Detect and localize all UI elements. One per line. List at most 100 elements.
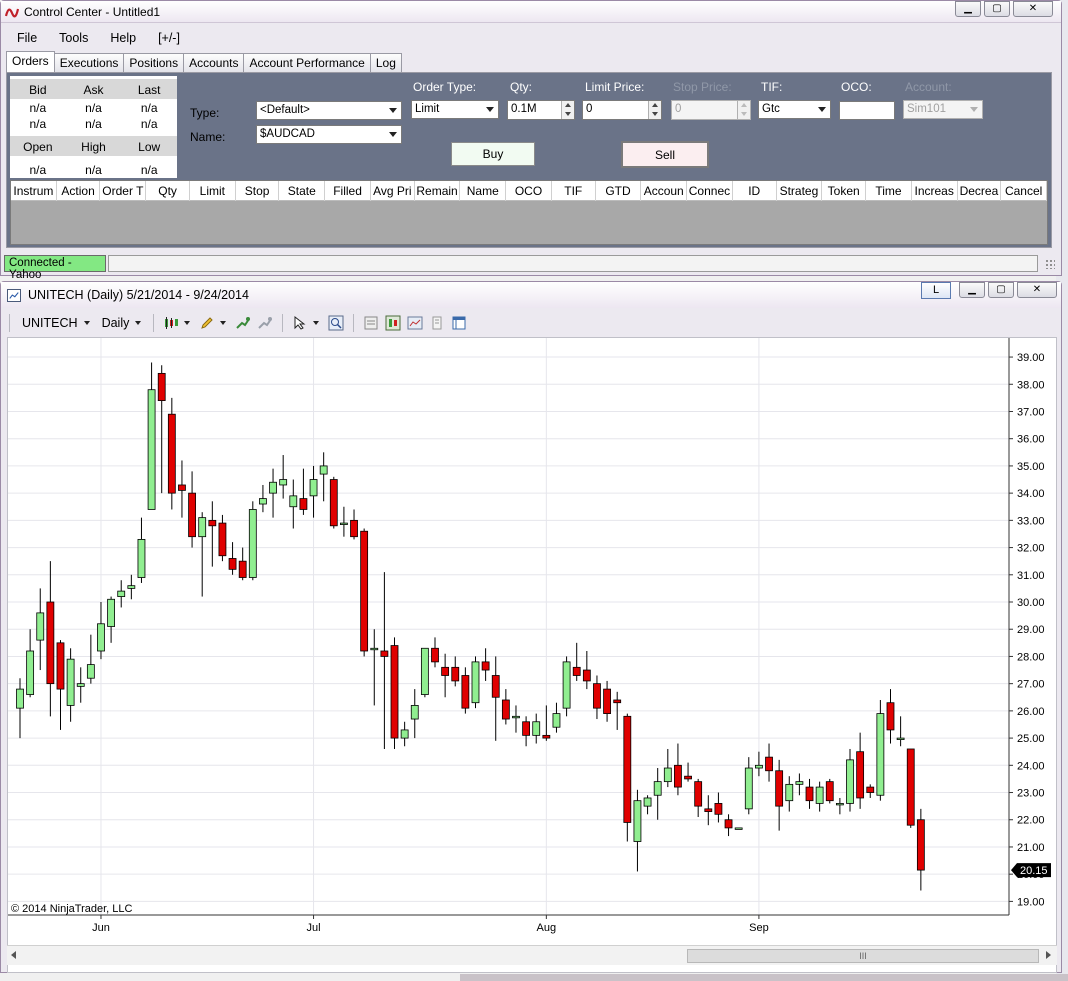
spin-up-icon[interactable] — [649, 101, 661, 110]
status-bar-panel — [108, 255, 1038, 272]
orders-grid[interactable]: Instrum Action Order T Qty Limit Stop State Fil… — [10, 180, 1048, 245]
candle-down — [765, 756, 773, 772]
column-header-stop[interactable]: Stop — [236, 181, 280, 201]
chevron-down-icon[interactable] — [184, 321, 191, 325]
chart-toolbar: UNITECH Daily — [7, 311, 1057, 335]
candle-down — [603, 688, 611, 714]
column-header-increas[interactable]: Increas — [912, 181, 958, 201]
maximize-button[interactable]: ▢ — [984, 1, 1010, 17]
spin-down-icon[interactable] — [649, 110, 661, 119]
column-header-action[interactable]: Action — [57, 181, 101, 201]
tab-executions[interactable]: Executions — [53, 53, 125, 72]
chevron-down-icon[interactable] — [83, 321, 90, 325]
oco-field[interactable] — [839, 101, 895, 120]
column-header-strateg[interactable]: Strateg — [777, 181, 823, 201]
chart-titlebar[interactable]: UNITECH (Daily) 5/21/2014 - 9/24/2014 L … — [1, 282, 1061, 308]
window-linking-icon[interactable] — [451, 315, 467, 331]
limit-spin-buttons[interactable] — [648, 101, 661, 119]
open-value: n/a — [29, 163, 47, 177]
price-chart[interactable]: 19.0020.0021.0022.0023.0024.0025.0026.00… — [7, 337, 1057, 973]
bar-style-icon[interactable] — [163, 315, 179, 331]
y-tick-label: 28.00 — [1017, 651, 1045, 663]
instrument-name-select[interactable]: $AUDCAD — [256, 125, 402, 144]
chart-trader-icon[interactable] — [385, 315, 401, 331]
indicator-icon[interactable] — [235, 315, 251, 331]
control-center-titlebar[interactable]: Control Center - Untitled1 ▁ ▢ ✕ — [1, 1, 1061, 23]
tab-orders[interactable]: Orders — [6, 51, 55, 72]
chevron-down-icon[interactable] — [135, 321, 142, 325]
tab-account-performance[interactable]: Account Performance — [243, 53, 371, 72]
menu-tools[interactable]: Tools — [47, 27, 98, 49]
cursor-icon[interactable] — [292, 315, 308, 331]
tif-select[interactable]: Gtc — [758, 100, 831, 119]
column-header-qty[interactable]: Qty — [146, 181, 190, 201]
tab-positions[interactable]: Positions — [123, 53, 185, 72]
column-header-time[interactable]: Time — [866, 181, 912, 201]
y-tick-label: 21.00 — [1017, 842, 1045, 854]
column-header-filled[interactable]: Filled — [325, 181, 371, 201]
chevron-down-icon[interactable] — [313, 321, 320, 325]
sell-button[interactable]: Sell — [621, 141, 709, 168]
column-header-accoun[interactable]: Accoun — [641, 181, 688, 201]
candle-up — [653, 781, 662, 796]
candle-down — [522, 721, 530, 736]
column-header-tif[interactable]: TIF — [552, 181, 596, 201]
spin-down-icon[interactable] — [562, 110, 574, 119]
chart-minimize-button[interactable]: ▁ — [959, 282, 985, 298]
zoom-icon[interactable] — [328, 315, 344, 331]
column-header-connec[interactable]: Connec — [687, 181, 733, 201]
menu-file[interactable]: File — [5, 27, 47, 49]
column-header-id[interactable]: ID — [733, 181, 777, 201]
y-tick-label: 32.00 — [1017, 543, 1045, 555]
low-header: Low — [138, 140, 161, 154]
strategy-icon[interactable] — [257, 315, 273, 331]
column-header-limit[interactable]: Limit — [190, 181, 236, 201]
link-button[interactable]: L — [921, 282, 951, 299]
resize-grip-icon[interactable] — [1045, 259, 1055, 269]
data-box-icon[interactable] — [363, 315, 379, 331]
order-type-select[interactable]: Limit — [411, 100, 499, 119]
column-header-remain[interactable]: Remain — [415, 181, 461, 201]
minimize-button[interactable]: ▁ — [955, 1, 981, 17]
drawing-pencil-icon[interactable] — [199, 315, 215, 331]
chart-close-button[interactable]: ✕ — [1017, 282, 1057, 298]
column-header-name[interactable]: Name — [460, 181, 507, 201]
column-header-order-t[interactable]: Order T — [100, 181, 147, 201]
tab-log[interactable]: Log — [369, 53, 402, 72]
column-header-token[interactable]: Token — [822, 181, 867, 201]
ask-size: n/a — [85, 117, 102, 131]
limit-price-stepper[interactable]: 0 — [582, 100, 662, 120]
column-header-state[interactable]: State — [279, 181, 326, 201]
instrument-selector[interactable]: UNITECH — [16, 316, 82, 330]
menu-expand-collapse[interactable]: [+/-] — [146, 27, 190, 49]
column-header-cancel[interactable]: Cancel — [1001, 181, 1048, 201]
column-header-decrea[interactable]: Decrea — [958, 181, 1002, 201]
qty-spin-buttons[interactable] — [561, 101, 574, 119]
close-button[interactable]: ✕ — [1013, 1, 1053, 17]
candle-down — [856, 751, 865, 799]
candle-up — [107, 598, 115, 627]
scroll-left-icon[interactable] — [11, 951, 16, 959]
spin-up-icon[interactable] — [562, 101, 574, 110]
scroll-right-icon[interactable] — [1046, 951, 1051, 959]
buy-button[interactable]: Buy — [451, 142, 535, 166]
column-header-oco[interactable]: OCO — [506, 181, 552, 201]
candle-up — [876, 713, 885, 796]
tab-accounts[interactable]: Accounts — [183, 53, 245, 72]
period-selector[interactable]: Daily — [96, 316, 134, 330]
chart-properties-icon[interactable] — [407, 315, 423, 331]
column-header-instrum[interactable]: Instrum — [11, 181, 57, 201]
toolbar-separator — [9, 314, 10, 332]
candle-up — [16, 688, 24, 709]
print-icon[interactable] — [429, 315, 445, 331]
menu-help[interactable]: Help — [98, 27, 146, 49]
type-select[interactable]: <Default> — [256, 101, 402, 120]
scroll-thumb[interactable]: III — [687, 949, 1039, 963]
qty-stepper[interactable]: 0.1M — [507, 100, 575, 120]
chart-maximize-button[interactable]: ▢ — [988, 282, 1014, 298]
column-header-gtd[interactable]: GTD — [596, 181, 642, 201]
column-header-avg-pri[interactable]: Avg Pri — [371, 181, 415, 201]
chevron-down-icon[interactable] — [220, 321, 227, 325]
chart-horizontal-scrollbar[interactable]: III — [7, 945, 1057, 965]
candlestick-chart[interactable]: 19.0020.0021.0022.0023.0024.0025.0026.00… — [8, 338, 1056, 944]
